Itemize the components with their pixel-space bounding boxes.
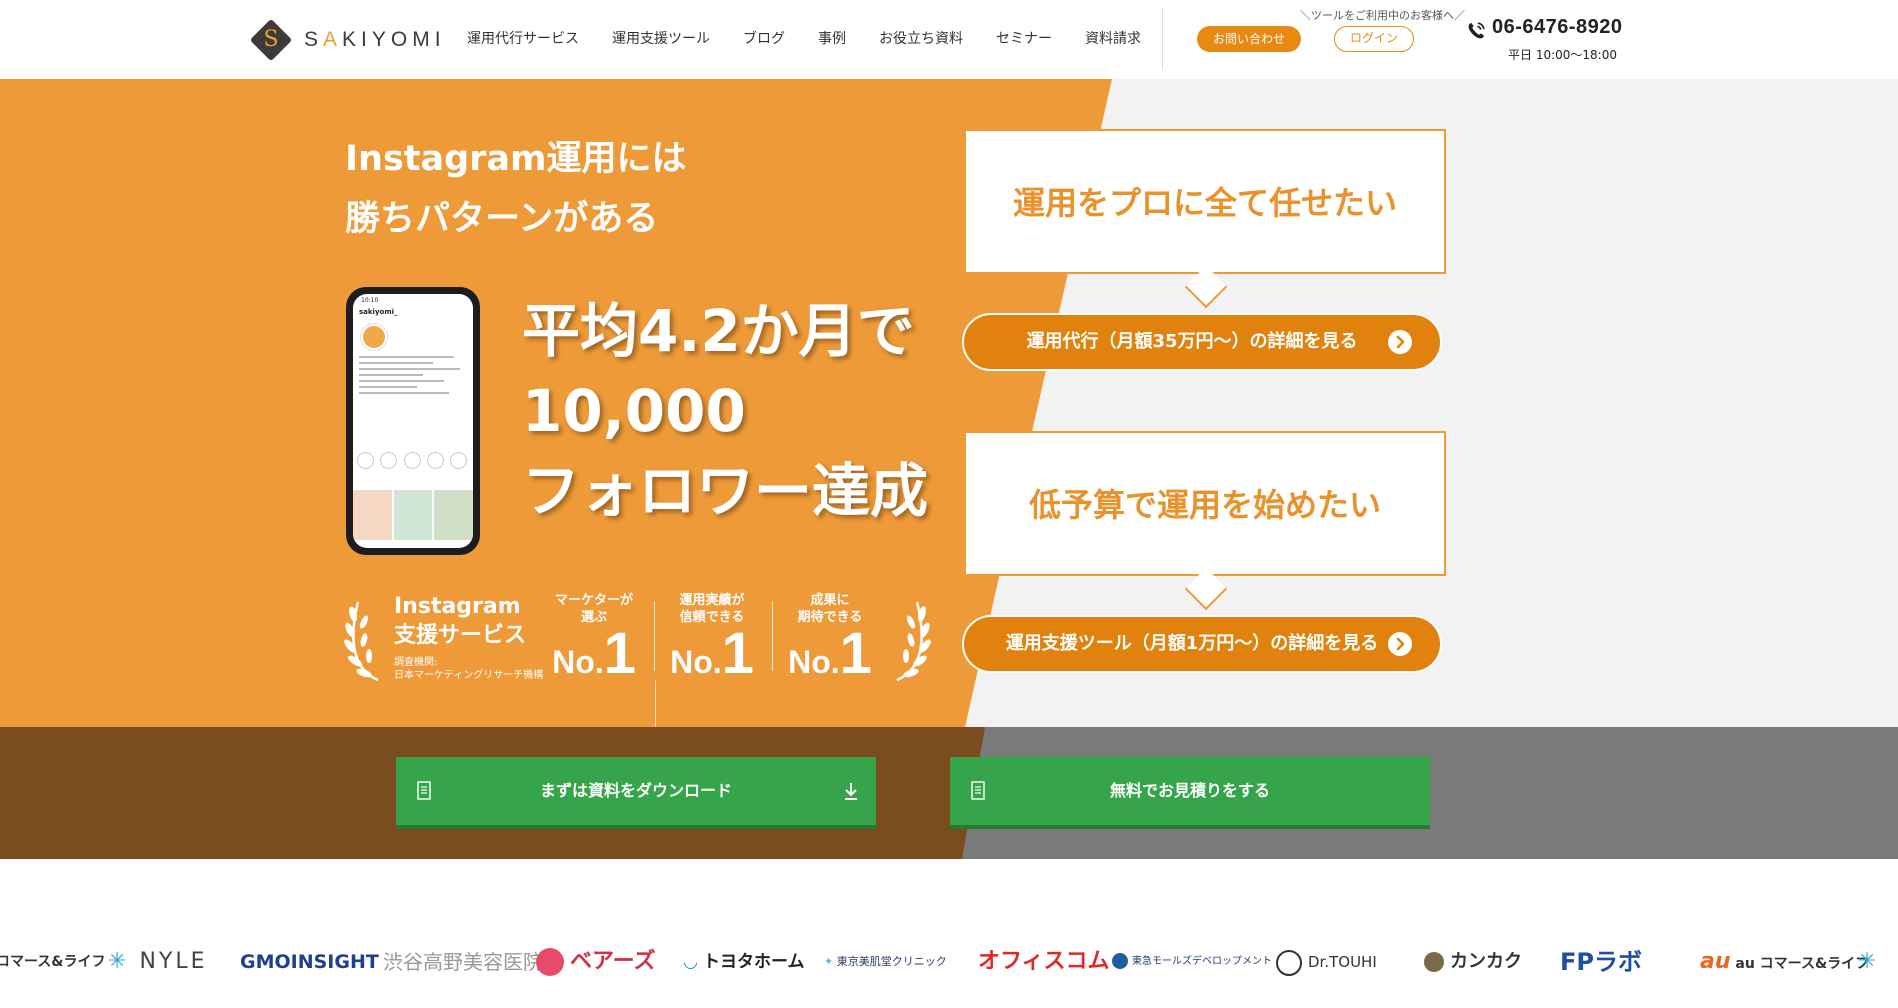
- choice-card-full-service: 運用をプロに全て任せたい: [964, 129, 1446, 309]
- phone-hours: 平日 10:00〜18:00: [1508, 48, 1617, 62]
- client-logo: カンカク: [1424, 940, 1522, 984]
- instagram-phone-mockup: 10:10 sakiyomi_: [346, 287, 480, 555]
- client-logo: GMOINSIGHT: [240, 951, 379, 973]
- client-logo: コマース&ライフ: [0, 954, 106, 970]
- support-tool-detail-button[interactable]: 運用支援ツール（月額1万円〜）の詳細を見る: [962, 615, 1442, 673]
- logo-wordmark: SAKIYOMI: [304, 28, 446, 51]
- hero-orange-panel: [0, 79, 1112, 727]
- client-logo: オフィスコム: [978, 949, 1110, 974]
- client-logo: ✳ NYLE: [108, 949, 208, 974]
- client-logo: au au コマース&ライフ: [1700, 949, 1870, 974]
- free-estimate-button[interactable]: 無料でお見積りをする: [950, 757, 1430, 829]
- phone-number-link[interactable]: 06-6476-8920: [1492, 16, 1623, 39]
- nav-request-materials[interactable]: 資料請求: [1085, 28, 1141, 48]
- choice-card-low-budget: 低予算で運用を始めたい: [964, 431, 1446, 611]
- award-result-no1: 成果に 期待できる No.1: [788, 593, 872, 686]
- client-logo: ✦ 東京美肌堂クリニック: [824, 955, 947, 968]
- nav-divider: [1162, 8, 1163, 70]
- chevron-right-icon: [1388, 632, 1412, 656]
- nav-seminar[interactable]: セミナー: [996, 28, 1052, 48]
- laurel-right-icon: [896, 601, 931, 682]
- hero-headline: 平均4.2か月で 10,000 フォロワー達成: [522, 297, 929, 525]
- site-header: S SAKIYOMI 運用代行サービス 運用支援ツール ブログ 事例 お役立ち資…: [0, 0, 1898, 79]
- client-logo-strip: コマース&ライフ ✳ NYLE GMOINSIGHT 渋谷高野美容医院 ベアーズ…: [0, 940, 1898, 984]
- client-logo: ベアーズ: [536, 940, 656, 984]
- client-logo: 渋谷高野美容医院: [383, 950, 543, 974]
- contact-button[interactable]: お問い合わせ: [1197, 26, 1301, 52]
- profile-avatar: [361, 324, 387, 350]
- award-service-label: Instagram 支援サービス: [394, 594, 527, 648]
- nav-support-tool[interactable]: 運用支援ツール: [612, 28, 710, 48]
- login-button[interactable]: ログイン: [1334, 26, 1414, 52]
- client-logo: Dr.TOUHI: [1276, 940, 1377, 984]
- cta-band-brown-panel: [0, 727, 985, 859]
- award-trust-no1: 運用実績が 信頼できる No.1: [670, 593, 754, 686]
- nav-cases[interactable]: 事例: [818, 28, 846, 48]
- phone-status-time: 10:10: [361, 297, 379, 304]
- logo-mark-icon: S: [249, 18, 293, 62]
- award-marketer-no1: マーケターが 選ぶ No.1: [552, 593, 636, 686]
- download-materials-button[interactable]: まずは資料をダウンロード: [396, 757, 876, 829]
- profile-bio-lines: [359, 356, 465, 398]
- cta-band: まずは資料をダウンロード 無料でお見積りをする: [0, 727, 1898, 859]
- sakiyomi-logo[interactable]: S SAKIYOMI: [249, 18, 446, 62]
- client-logo-partial: ✳: [1858, 949, 1877, 974]
- client-logo: FPラボ: [1560, 948, 1642, 976]
- award-divider: [654, 601, 655, 671]
- post-grid: [353, 490, 473, 540]
- nav-blog[interactable]: ブログ: [743, 28, 785, 48]
- phone-username: sakiyomi_: [359, 308, 398, 316]
- download-arrow-icon: [845, 783, 857, 800]
- chevron-right-icon: [1388, 330, 1412, 354]
- tool-user-note: ＼ツールをご利用中のお客様へ／: [1300, 9, 1465, 22]
- story-highlights: [357, 452, 467, 469]
- hero-title: Instagram運用には 勝ちパターンがある: [345, 139, 687, 239]
- client-logo: 東急モールズデベロップメント: [1112, 940, 1272, 984]
- hero-section: Instagram運用には 勝ちパターンがある 10:10 sakiyomi_ …: [0, 79, 1898, 727]
- nav-resources[interactable]: お役立ち資料: [879, 28, 963, 48]
- nav-operation-service[interactable]: 運用代行サービス: [467, 28, 579, 48]
- main-nav: 運用代行サービス 運用支援ツール ブログ 事例 お役立ち資料 セミナー 資料請求: [467, 28, 1174, 48]
- award-survey-org: 調査機関: 日本マーケティングリサーチ機構: [394, 657, 544, 681]
- award-divider: [772, 601, 773, 671]
- phone-icon: [1468, 22, 1485, 39]
- client-logo: ◡ トヨタホーム: [684, 952, 805, 972]
- award-badge: Instagram 支援サービス 調査機関: 日本マーケティングリサーチ機構 マ…: [344, 584, 931, 727]
- laurel-left-icon: [344, 601, 379, 682]
- operation-service-detail-button[interactable]: 運用代行（月額35万円〜）の詳細を見る: [962, 313, 1442, 371]
